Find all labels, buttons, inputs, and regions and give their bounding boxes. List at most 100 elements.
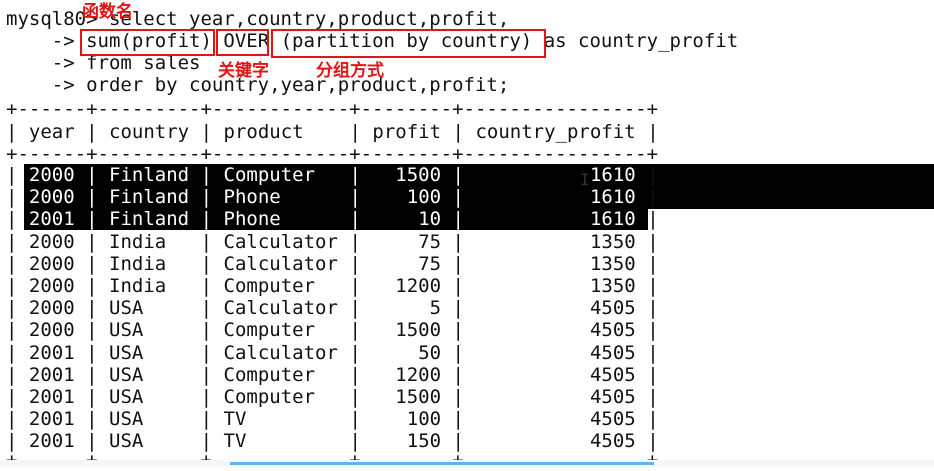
- column-divider: |: [6, 186, 18, 209]
- column-header-country: country: [109, 121, 190, 143]
- table-cell-product: Calculator: [223, 252, 338, 275]
- table-cell-profit: 50: [418, 341, 442, 364]
- table-cell-profit: 100: [406, 186, 442, 209]
- column-header-product: product: [223, 121, 304, 143]
- column-divider: |: [349, 275, 361, 297]
- table-cell-product: Calculator: [223, 297, 338, 320]
- table-cell-country: USA: [109, 319, 144, 342]
- column-divider: |: [647, 386, 659, 408]
- table-cell-product: Calculator: [223, 230, 338, 253]
- text-cursor-icon: I: [580, 170, 590, 189]
- function-name-label: 函数名: [82, 2, 133, 22]
- table-cell-country-profit: 1610: [589, 164, 636, 186]
- column-divider: |: [200, 164, 213, 186]
- column-header-profit: profit: [372, 121, 442, 143]
- table-cell-product: Computer: [223, 164, 316, 186]
- column-divider: |: [452, 297, 464, 320]
- table-cell-country-profit: 4505: [589, 297, 636, 320]
- column-divider: |: [647, 275, 659, 297]
- column-divider: |: [200, 386, 213, 408]
- horizontal-scrollbar[interactable]: [230, 462, 654, 465]
- column-divider: |: [6, 230, 18, 253]
- column-divider: |: [452, 275, 464, 297]
- column-divider: |: [349, 208, 361, 231]
- column-divider: |: [86, 363, 98, 386]
- table-cell-profit: 75: [418, 230, 442, 253]
- table-cell-country: India: [109, 252, 167, 275]
- keyword-label: 关键字: [218, 61, 269, 81]
- column-divider: |: [200, 208, 213, 231]
- column-divider: |: [452, 363, 464, 386]
- table-cell-product: Computer: [223, 363, 316, 386]
- table-cell-country: Finland: [109, 164, 190, 186]
- select-clause: select year,country,product,profit,: [97, 8, 510, 30]
- table-cell-year: 2001: [28, 363, 75, 386]
- column-divider: |: [6, 363, 18, 386]
- table-cell-profit: 1500: [395, 164, 442, 186]
- column-divider: |: [200, 341, 213, 364]
- column-divider: |: [86, 319, 98, 342]
- table-cell-profit: 1200: [395, 275, 442, 297]
- table-cell-country: Finland: [109, 208, 190, 231]
- column-divider: |: [349, 164, 361, 186]
- column-divider: |: [647, 319, 659, 342]
- table-cell-year: 2001: [28, 208, 75, 231]
- column-divider: |: [647, 252, 659, 275]
- table-cell-product: Calculator: [223, 341, 338, 364]
- column-divider: |: [86, 208, 98, 231]
- column-divider: |: [200, 408, 213, 431]
- table-cell-country-profit: 1610: [589, 208, 636, 231]
- selection-highlight-tail: [648, 164, 934, 209]
- table-cell-country-profit: 1610: [589, 186, 636, 209]
- column-divider: |: [647, 297, 659, 320]
- column-divider: |: [86, 230, 98, 253]
- column-divider: |: [86, 275, 98, 297]
- column-divider: |: [452, 164, 464, 186]
- table-cell-profit: 1500: [395, 319, 442, 342]
- column-divider: |: [452, 408, 464, 431]
- column-divider: |: [6, 275, 18, 297]
- column-divider: |: [452, 186, 464, 209]
- column-divider: |: [452, 230, 464, 253]
- table-cell-year: 2000: [28, 319, 75, 342]
- table-cell-country: India: [109, 230, 167, 253]
- column-divider: |: [6, 297, 18, 320]
- column-divider: |: [452, 208, 464, 231]
- function-annotation-box: [80, 29, 215, 56]
- table-cell-product: Phone: [223, 186, 281, 209]
- column-divider: |: [349, 297, 361, 320]
- table-cell-country-profit: 1350: [589, 230, 636, 253]
- column-header-country-profit: country_profit: [475, 121, 636, 143]
- column-divider: |: [200, 319, 213, 342]
- table-cell-country-profit: 1350: [589, 275, 636, 297]
- table-cell-product: Computer: [223, 386, 316, 408]
- column-divider: |: [349, 121, 361, 143]
- table-cell-product: Computer: [223, 275, 316, 297]
- table-cell-profit: 1200: [395, 363, 442, 386]
- column-divider: |: [452, 319, 464, 342]
- table-cell-country: USA: [109, 297, 144, 320]
- table-cell-country-profit: 4505: [589, 363, 636, 386]
- table-cell-country-profit: 1350: [589, 252, 636, 275]
- table-cell-profit: 100: [406, 408, 442, 431]
- column-divider: |: [6, 252, 18, 275]
- column-divider: |: [452, 386, 464, 408]
- column-divider: |: [200, 363, 213, 386]
- column-divider: |: [86, 121, 98, 143]
- column-divider: |: [647, 164, 659, 186]
- column-divider: |: [6, 121, 18, 143]
- column-divider: |: [349, 252, 361, 275]
- table-cell-profit: 75: [418, 252, 442, 275]
- column-divider: |: [647, 230, 659, 253]
- column-divider: |: [647, 408, 659, 431]
- table-cell-year: 2000: [28, 186, 75, 209]
- table-cell-country: USA: [109, 363, 144, 386]
- table-border-top: +------+---------+------------+--------+…: [6, 98, 659, 120]
- column-divider: |: [349, 186, 361, 209]
- column-divider: |: [647, 341, 659, 364]
- column-divider: |: [349, 363, 361, 386]
- column-divider: |: [452, 252, 464, 275]
- table-cell-country: Finland: [109, 186, 190, 209]
- column-divider: |: [86, 386, 98, 408]
- table-cell-country: USA: [109, 341, 144, 364]
